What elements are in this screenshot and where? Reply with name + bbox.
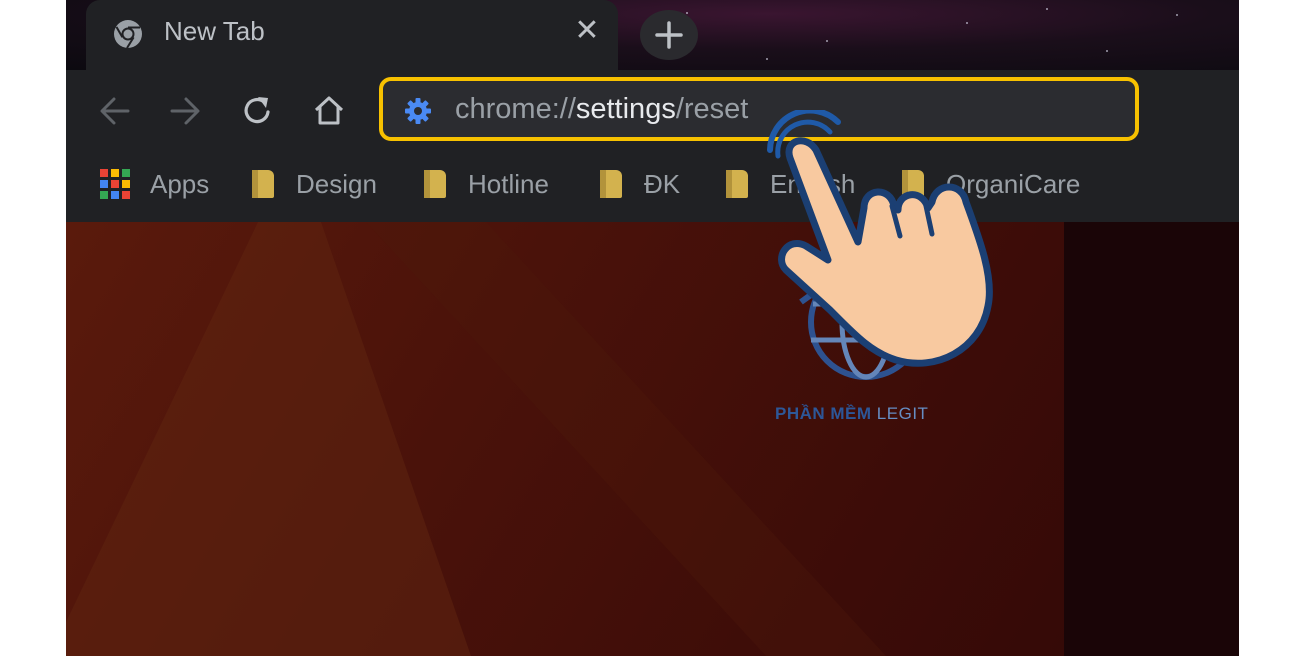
home-icon[interactable] — [308, 90, 350, 132]
bookmark-dk[interactable]: ĐK — [600, 166, 680, 202]
star-decoration — [766, 58, 768, 60]
bookmark-label: ĐK — [644, 168, 681, 199]
pointing-hand-cursor-icon — [767, 110, 993, 367]
folder-icon — [726, 170, 748, 198]
url-path: /reset — [675, 93, 749, 125]
forward-arrow-icon[interactable] — [164, 90, 206, 132]
reload-icon[interactable] — [236, 90, 278, 132]
back-arrow-icon[interactable] — [94, 90, 136, 132]
folder-icon — [600, 170, 622, 198]
star-decoration — [966, 22, 968, 24]
tab-new-tab[interactable]: New Tab ✕ — [86, 0, 618, 70]
star-decoration — [1106, 50, 1108, 52]
settings-gear-icon — [405, 98, 431, 124]
address-url: chrome://settings/reset — [455, 93, 748, 126]
url-host: settings — [575, 93, 676, 125]
star-decoration — [826, 40, 828, 42]
star-decoration — [1046, 8, 1048, 10]
plus-icon — [655, 21, 683, 49]
chrome-logo-icon — [114, 20, 142, 49]
tab-strip: New Tab ✕ — [66, 0, 1239, 70]
bookmark-design[interactable]: Design — [252, 166, 377, 202]
browser-window: New Tab ✕ chrome://settings/reset Apps D… — [66, 0, 1239, 656]
apps-grid-icon — [100, 169, 130, 199]
watermark-text: PHẦN MỀM LEGIT — [775, 404, 928, 424]
star-decoration — [1176, 14, 1178, 16]
bookmark-label: Hotline — [468, 168, 549, 199]
folder-icon — [424, 170, 446, 198]
bookmark-label: Design — [296, 168, 377, 199]
tab-close-icon[interactable]: ✕ — [570, 14, 604, 48]
new-tab-button[interactable] — [640, 10, 698, 60]
bookmark-hotline[interactable]: Hotline — [424, 166, 549, 202]
tab-title: New Tab — [164, 16, 265, 46]
watermark-bold: PHẦN MỀM — [775, 404, 872, 423]
folder-icon — [252, 170, 274, 198]
url-prefix: chrome:// — [455, 93, 576, 125]
bookmark-apps[interactable]: Apps — [100, 166, 209, 202]
watermark-light: LEGIT — [876, 404, 929, 423]
bookmark-label: Apps — [150, 168, 210, 199]
